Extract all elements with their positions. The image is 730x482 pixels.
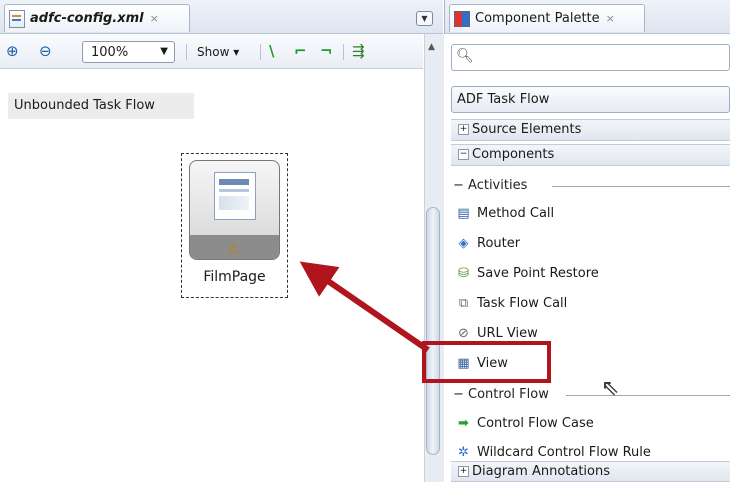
group-header-activities: − Activities <box>453 178 528 193</box>
tab-adfc-config[interactable]: adfc-config.xml × <box>4 4 190 32</box>
group-divider <box>566 395 730 396</box>
scroll-up-icon[interactable]: ▲ <box>428 42 435 52</box>
group-header-control-flow: − Control Flow <box>453 387 549 402</box>
router-icon: ◈ <box>458 236 469 251</box>
chevron-down-icon: ▼ <box>160 46 168 57</box>
expand-icon: + <box>458 124 469 135</box>
toolbar-divider <box>186 44 187 60</box>
accordion-diagram-annotations[interactable]: + Diagram Annotations <box>451 461 730 482</box>
zoom-select[interactable]: 100% ▼ <box>82 41 175 63</box>
warning-icon: ⚠ <box>227 241 240 257</box>
accordion-source-elements[interactable]: + Source Elements <box>451 119 730 141</box>
item-label: URL View <box>477 326 538 341</box>
group-label: Activities <box>468 178 528 193</box>
tab-list-button[interactable]: ▼ <box>416 11 433 26</box>
palette-item-router[interactable]: ◈ Router <box>455 234 521 254</box>
item-label: Wildcard Control Flow Rule <box>477 445 651 460</box>
wildcard-rule-icon: ✲ <box>458 445 469 460</box>
close-icon[interactable]: × <box>150 12 159 25</box>
straight-line-icon[interactable]: \ <box>269 43 274 59</box>
palette-item-wildcard-rule[interactable]: ✲ Wildcard Control Flow Rule <box>455 443 651 463</box>
show-menu-button[interactable]: Show ▾ <box>197 45 239 59</box>
item-label: Task Flow Call <box>477 296 568 311</box>
polyline-icon[interactable]: ⌐ <box>294 43 307 59</box>
save-point-restore-icon: ⛁ <box>458 266 469 281</box>
palette-item-method-call[interactable]: ▤ Method Call <box>455 204 554 224</box>
item-label: Control Flow Case <box>477 416 594 431</box>
activity-name[interactable]: FilmPage <box>181 269 288 285</box>
palette-icon <box>454 10 470 27</box>
palette-search-input[interactable] <box>451 44 730 71</box>
zoom-out-icon[interactable]: ⊖ <box>39 43 52 59</box>
scrollbar-thumb[interactable] <box>426 207 440 455</box>
accordion-components[interactable]: − Components <box>451 144 730 166</box>
accordion-label: Components <box>472 147 555 162</box>
toolbar-divider <box>343 44 344 60</box>
item-label: Save Point Restore <box>477 266 599 281</box>
group-divider <box>552 186 730 187</box>
tab-label: adfc-config.xml <box>30 11 144 26</box>
orthogonal-line-icon[interactable]: ¬ <box>320 43 333 59</box>
xml-file-icon <box>9 9 25 28</box>
close-icon[interactable]: × <box>606 12 615 25</box>
control-flow-case-icon: ➡ <box>458 416 469 431</box>
palette-item-save-point-restore[interactable]: ⛁ Save Point Restore <box>455 264 599 284</box>
task-flow-label: Unbounded Task Flow <box>8 93 194 119</box>
task-flow-call-icon: ⧉ <box>458 296 469 311</box>
search-icon: 🔍︎ <box>456 48 474 64</box>
tab-component-palette[interactable]: Component Palette × <box>449 4 645 32</box>
palette-library-select[interactable]: ADF Task Flow <box>451 86 730 113</box>
diagram-toolbar: ⊕ ⊖ 100% ▼ Show ▾ \ ⌐ ¬ ⇶ <box>0 34 423 69</box>
palette-item-task-flow-call[interactable]: ⧉ Task Flow Call <box>455 294 567 314</box>
highlight-box <box>422 341 551 383</box>
method-call-icon: ▤ <box>457 206 470 221</box>
layout-icon[interactable]: ⇶ <box>352 43 365 59</box>
collapse-icon: − <box>458 149 469 160</box>
zoom-in-icon[interactable]: ⊕ <box>6 43 19 59</box>
mouse-cursor-icon: ⇖ <box>601 376 620 401</box>
palette-item-control-flow-case[interactable]: ➡ Control Flow Case <box>455 414 594 434</box>
accordion-label: Diagram Annotations <box>472 464 611 479</box>
accordion-label: Source Elements <box>472 122 582 137</box>
toolbar-divider <box>260 44 261 60</box>
tab-label: Component Palette <box>475 11 600 26</box>
item-label: Method Call <box>477 206 555 221</box>
item-label: Router <box>477 236 521 251</box>
zoom-value: 100% <box>91 45 129 60</box>
expand-icon: + <box>458 466 469 477</box>
group-label: Control Flow <box>468 387 549 402</box>
